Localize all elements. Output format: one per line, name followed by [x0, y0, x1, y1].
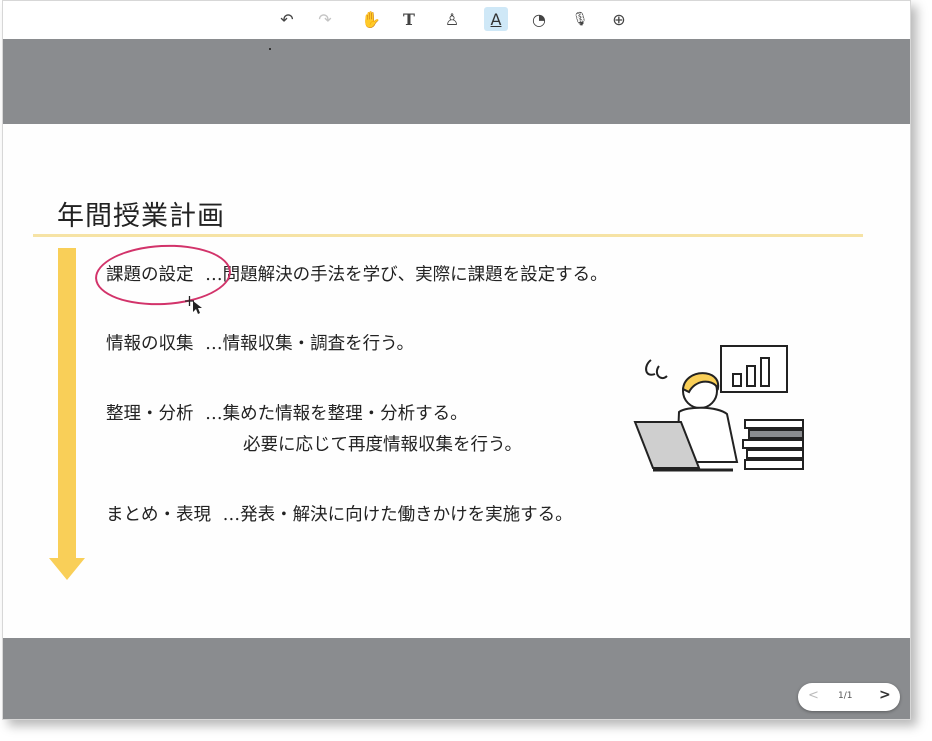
page-navigator: < 1/1 >	[798, 683, 900, 711]
arrow-down-icon	[58, 248, 76, 560]
step-label: 情報の収集	[106, 334, 194, 354]
microphone-icon[interactable]: 🎙	[568, 7, 592, 31]
annotation-toolbar: ↶ ↷ ✋ T ♙ A ◔ 🎙 ⊕	[3, 1, 910, 39]
stamp-icon[interactable]: ♙	[440, 7, 464, 31]
step-label: 整理・分析	[106, 404, 194, 424]
step-desc: …発表・解決に向けた働きかけを実施する。	[222, 505, 573, 525]
page-indicator: 1/1	[838, 691, 853, 701]
slide-page: 年間授業計画 課題の設定 …問題解決の手法を学び、実際に課題を設定する。 情報の…	[3, 124, 910, 638]
next-page-button[interactable]: >	[879, 687, 891, 703]
document-canvas: 年間授業計画 課題の設定 …問題解決の手法を学び、実際に課題を設定する。 情報の…	[3, 39, 910, 719]
step-analysis: 整理・分析 …集めた情報を整理・分析する。	[106, 400, 468, 425]
redo-icon[interactable]: ↷	[313, 7, 337, 31]
previous-page-button[interactable]: <	[808, 688, 819, 703]
pen-annotation-circle	[93, 241, 233, 309]
undo-icon[interactable]: ↶	[275, 7, 299, 31]
cursor-icon	[185, 296, 202, 314]
step-label: まとめ・表現	[106, 505, 211, 525]
step-expression: まとめ・表現 …発表・解決に向けた働きかけを実施する。	[106, 501, 573, 526]
hand-icon[interactable]: ✋	[359, 7, 383, 31]
step-collection: 情報の収集 …情報収集・調査を行う。	[106, 330, 414, 355]
step-analysis-note: 必要に応じて再度情報収集を行う。	[243, 435, 522, 455]
arrow-head	[49, 558, 85, 580]
step-desc: …集めた情報を整理・分析する。	[205, 404, 468, 424]
zoom-icon[interactable]: ⊕	[607, 7, 631, 31]
text-icon[interactable]: T	[397, 7, 421, 31]
highlight-icon[interactable]: A	[484, 7, 508, 31]
viewer-window: ↶ ↷ ✋ T ♙ A ◔ 🎙 ⊕ 年間授業計画 課題の設定 …問題解決の手法を…	[2, 0, 911, 720]
title-divider	[33, 234, 863, 237]
shape-icon[interactable]: ◔	[527, 7, 551, 31]
step-desc: …問題解決の手法を学び、実際に課題を設定する。	[205, 265, 608, 285]
step-desc: …情報収集・調査を行う。	[205, 334, 415, 354]
person-laptop-illustration	[633, 345, 804, 472]
stray-dot	[269, 48, 271, 50]
slide-title: 年間授業計画	[57, 201, 225, 232]
